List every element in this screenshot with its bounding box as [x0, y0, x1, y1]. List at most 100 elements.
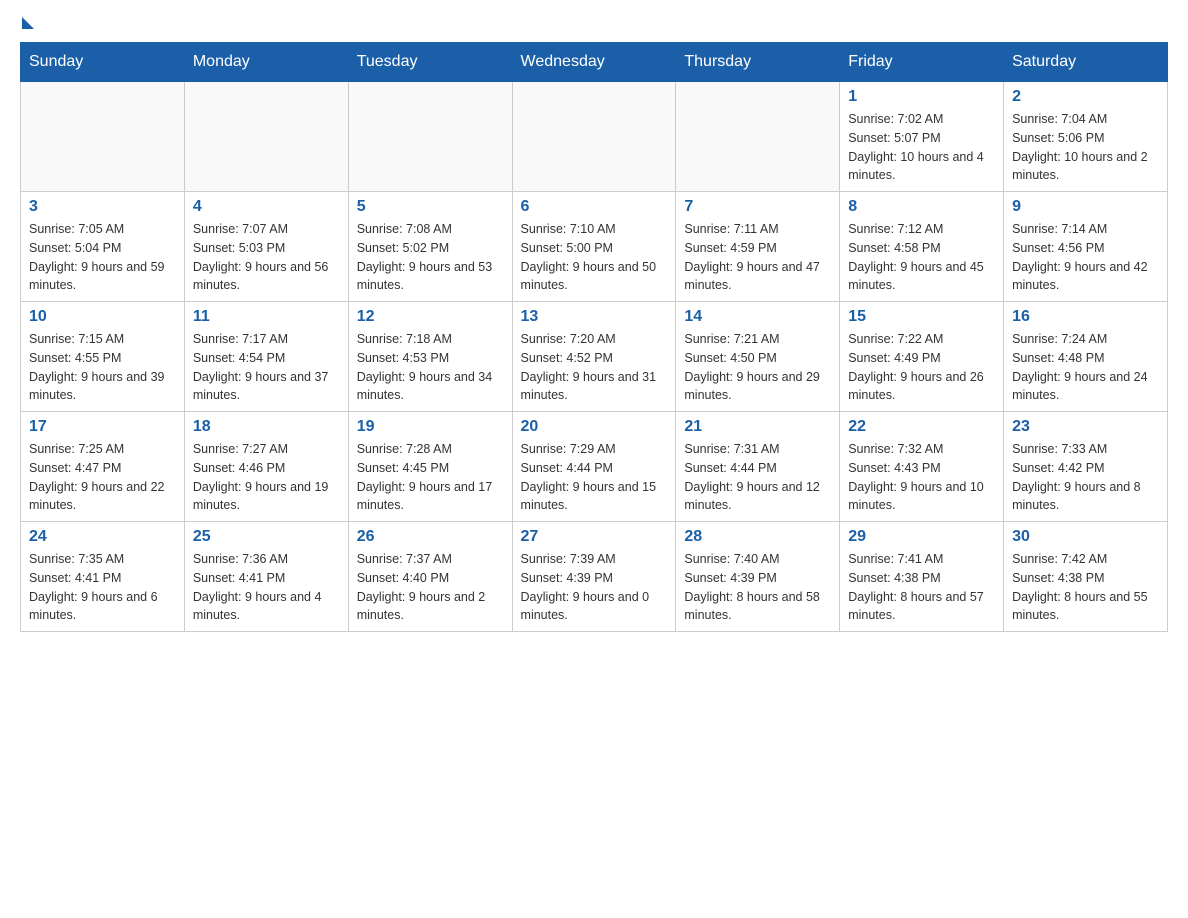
day-info: Sunrise: 7:42 AMSunset: 4:38 PMDaylight:…: [1012, 550, 1159, 625]
day-info: Sunrise: 7:07 AMSunset: 5:03 PMDaylight:…: [193, 220, 340, 295]
calendar-cell: 23Sunrise: 7:33 AMSunset: 4:42 PMDayligh…: [1004, 412, 1168, 522]
day-info: Sunrise: 7:02 AMSunset: 5:07 PMDaylight:…: [848, 110, 995, 185]
day-info: Sunrise: 7:25 AMSunset: 4:47 PMDaylight:…: [29, 440, 176, 515]
day-info: Sunrise: 7:10 AMSunset: 5:00 PMDaylight:…: [521, 220, 668, 295]
day-info: Sunrise: 7:40 AMSunset: 4:39 PMDaylight:…: [684, 550, 831, 625]
calendar-cell: 5 Sunrise: 7:08 AMSunset: 5:02 PMDaylight…: [348, 192, 512, 302]
logo-arrow-icon: [22, 17, 34, 29]
day-number: 4: [193, 198, 340, 216]
calendar-cell: 16Sunrise: 7:24 AMSunset: 4:48 PMDayligh…: [1004, 302, 1168, 412]
calendar-week-row: 24 Sunrise: 7:35 AMSunset: 4:41 PMDayligh…: [21, 522, 1168, 632]
calendar-cell: [676, 82, 840, 192]
day-number: 2: [1012, 88, 1159, 106]
day-info: Sunrise: 7:41 AMSunset: 4:38 PMDaylight:…: [848, 550, 995, 625]
day-info: Sunrise: 7:20 AMSunset: 4:52 PMDaylight:…: [521, 330, 668, 405]
day-info: Sunrise: 7:39 AMSunset: 4:39 PMDaylight:…: [521, 550, 668, 625]
calendar-cell: 19 Sunrise: 7:28 AMSunset: 4:45 PMDayligh…: [348, 412, 512, 522]
calendar-cell: [512, 82, 676, 192]
calendar-week-row: 10 Sunrise: 7:15 AMSunset: 4:55 PMDayligh…: [21, 302, 1168, 412]
weekday-header-friday: Friday: [840, 43, 1004, 82]
day-info: Sunrise: 7:08 AMSunset: 5:02 PMDaylight:…: [357, 220, 504, 295]
weekday-header-saturday: Saturday: [1004, 43, 1168, 82]
day-number: 26: [357, 528, 504, 546]
day-info: Sunrise: 7:36 AMSunset: 4:41 PMDaylight:…: [193, 550, 340, 625]
day-info: Sunrise: 7:28 AMSunset: 4:45 PMDaylight:…: [357, 440, 504, 515]
calendar-cell: 22 Sunrise: 7:32 AMSunset: 4:43 PMDayligh…: [840, 412, 1004, 522]
day-info: Sunrise: 7:12 AMSunset: 4:58 PMDaylight:…: [848, 220, 995, 295]
day-info: Sunrise: 7:21 AMSunset: 4:50 PMDaylight:…: [684, 330, 831, 405]
day-number: 14: [684, 308, 831, 326]
day-number: 6: [521, 198, 668, 216]
day-info: Sunrise: 7:32 AMSunset: 4:43 PMDaylight:…: [848, 440, 995, 515]
day-number: 5: [357, 198, 504, 216]
day-number: 3: [29, 198, 176, 216]
calendar-week-row: 17 Sunrise: 7:25 AMSunset: 4:47 PMDayligh…: [21, 412, 1168, 522]
day-number: 10: [29, 308, 176, 326]
calendar-cell: 9 Sunrise: 7:14 AMSunset: 4:56 PMDaylight…: [1004, 192, 1168, 302]
calendar-cell: 21Sunrise: 7:31 AMSunset: 4:44 PMDayligh…: [676, 412, 840, 522]
day-number: 18: [193, 418, 340, 436]
calendar-cell: 29 Sunrise: 7:41 AMSunset: 4:38 PMDayligh…: [840, 522, 1004, 632]
day-number: 9: [1012, 198, 1159, 216]
day-info: Sunrise: 7:27 AMSunset: 4:46 PMDaylight:…: [193, 440, 340, 515]
page-header: [20, 20, 1168, 32]
weekday-header-thursday: Thursday: [676, 43, 840, 82]
day-number: 27: [521, 528, 668, 546]
day-info: Sunrise: 7:14 AMSunset: 4:56 PMDaylight:…: [1012, 220, 1159, 295]
day-info: Sunrise: 7:35 AMSunset: 4:41 PMDaylight:…: [29, 550, 176, 625]
calendar-cell: 3Sunrise: 7:05 AMSunset: 5:04 PMDaylight…: [21, 192, 185, 302]
calendar-cell: 28 Sunrise: 7:40 AMSunset: 4:39 PMDayligh…: [676, 522, 840, 632]
day-number: 12: [357, 308, 504, 326]
calendar-cell: 7 Sunrise: 7:11 AMSunset: 4:59 PMDaylight…: [676, 192, 840, 302]
day-number: 20: [521, 418, 668, 436]
day-info: Sunrise: 7:15 AMSunset: 4:55 PMDaylight:…: [29, 330, 176, 405]
day-number: 1: [848, 88, 995, 106]
day-info: Sunrise: 7:37 AMSunset: 4:40 PMDaylight:…: [357, 550, 504, 625]
day-number: 25: [193, 528, 340, 546]
calendar-cell: 13 Sunrise: 7:20 AMSunset: 4:52 PMDayligh…: [512, 302, 676, 412]
day-info: Sunrise: 7:17 AMSunset: 4:54 PMDaylight:…: [193, 330, 340, 405]
calendar-cell: 12Sunrise: 7:18 AMSunset: 4:53 PMDayligh…: [348, 302, 512, 412]
day-number: 24: [29, 528, 176, 546]
day-info: Sunrise: 7:04 AMSunset: 5:06 PMDaylight:…: [1012, 110, 1159, 185]
day-number: 7: [684, 198, 831, 216]
weekday-header-tuesday: Tuesday: [348, 43, 512, 82]
calendar-cell: 11Sunrise: 7:17 AMSunset: 4:54 PMDayligh…: [184, 302, 348, 412]
day-number: 28: [684, 528, 831, 546]
calendar-cell: 20 Sunrise: 7:29 AMSunset: 4:44 PMDayligh…: [512, 412, 676, 522]
calendar-cell: [348, 82, 512, 192]
calendar-cell: [184, 82, 348, 192]
day-number: 29: [848, 528, 995, 546]
day-number: 8: [848, 198, 995, 216]
day-number: 13: [521, 308, 668, 326]
day-number: 17: [29, 418, 176, 436]
calendar-cell: 8 Sunrise: 7:12 AMSunset: 4:58 PMDaylight…: [840, 192, 1004, 302]
calendar-week-row: 3Sunrise: 7:05 AMSunset: 5:04 PMDaylight…: [21, 192, 1168, 302]
logo: [20, 20, 34, 32]
calendar-cell: 1 Sunrise: 7:02 AMSunset: 5:07 PMDaylight…: [840, 82, 1004, 192]
day-number: 19: [357, 418, 504, 436]
calendar-cell: 26 Sunrise: 7:37 AMSunset: 4:40 PMDayligh…: [348, 522, 512, 632]
calendar-cell: [21, 82, 185, 192]
calendar-cell: 14 Sunrise: 7:21 AMSunset: 4:50 PMDayligh…: [676, 302, 840, 412]
day-number: 15: [848, 308, 995, 326]
weekday-header-sunday: Sunday: [21, 43, 185, 82]
calendar-cell: 2 Sunrise: 7:04 AMSunset: 5:06 PMDaylight…: [1004, 82, 1168, 192]
calendar-table: SundayMondayTuesdayWednesdayThursdayFrid…: [20, 42, 1168, 632]
weekday-header-monday: Monday: [184, 43, 348, 82]
calendar-cell: 10 Sunrise: 7:15 AMSunset: 4:55 PMDayligh…: [21, 302, 185, 412]
calendar-cell: 4 Sunrise: 7:07 AMSunset: 5:03 PMDaylight…: [184, 192, 348, 302]
calendar-cell: 25 Sunrise: 7:36 AMSunset: 4:41 PMDayligh…: [184, 522, 348, 632]
weekday-header-wednesday: Wednesday: [512, 43, 676, 82]
day-info: Sunrise: 7:31 AMSunset: 4:44 PMDaylight:…: [684, 440, 831, 515]
day-info: Sunrise: 7:11 AMSunset: 4:59 PMDaylight:…: [684, 220, 831, 295]
weekday-header-row: SundayMondayTuesdayWednesdayThursdayFrid…: [21, 43, 1168, 82]
calendar-cell: 30Sunrise: 7:42 AMSunset: 4:38 PMDayligh…: [1004, 522, 1168, 632]
calendar-cell: 17 Sunrise: 7:25 AMSunset: 4:47 PMDayligh…: [21, 412, 185, 522]
calendar-cell: 18 Sunrise: 7:27 AMSunset: 4:46 PMDayligh…: [184, 412, 348, 522]
day-number: 22: [848, 418, 995, 436]
calendar-cell: 6 Sunrise: 7:10 AMSunset: 5:00 PMDaylight…: [512, 192, 676, 302]
calendar-cell: 27 Sunrise: 7:39 AMSunset: 4:39 PMDayligh…: [512, 522, 676, 632]
day-info: Sunrise: 7:22 AMSunset: 4:49 PMDaylight:…: [848, 330, 995, 405]
day-info: Sunrise: 7:29 AMSunset: 4:44 PMDaylight:…: [521, 440, 668, 515]
